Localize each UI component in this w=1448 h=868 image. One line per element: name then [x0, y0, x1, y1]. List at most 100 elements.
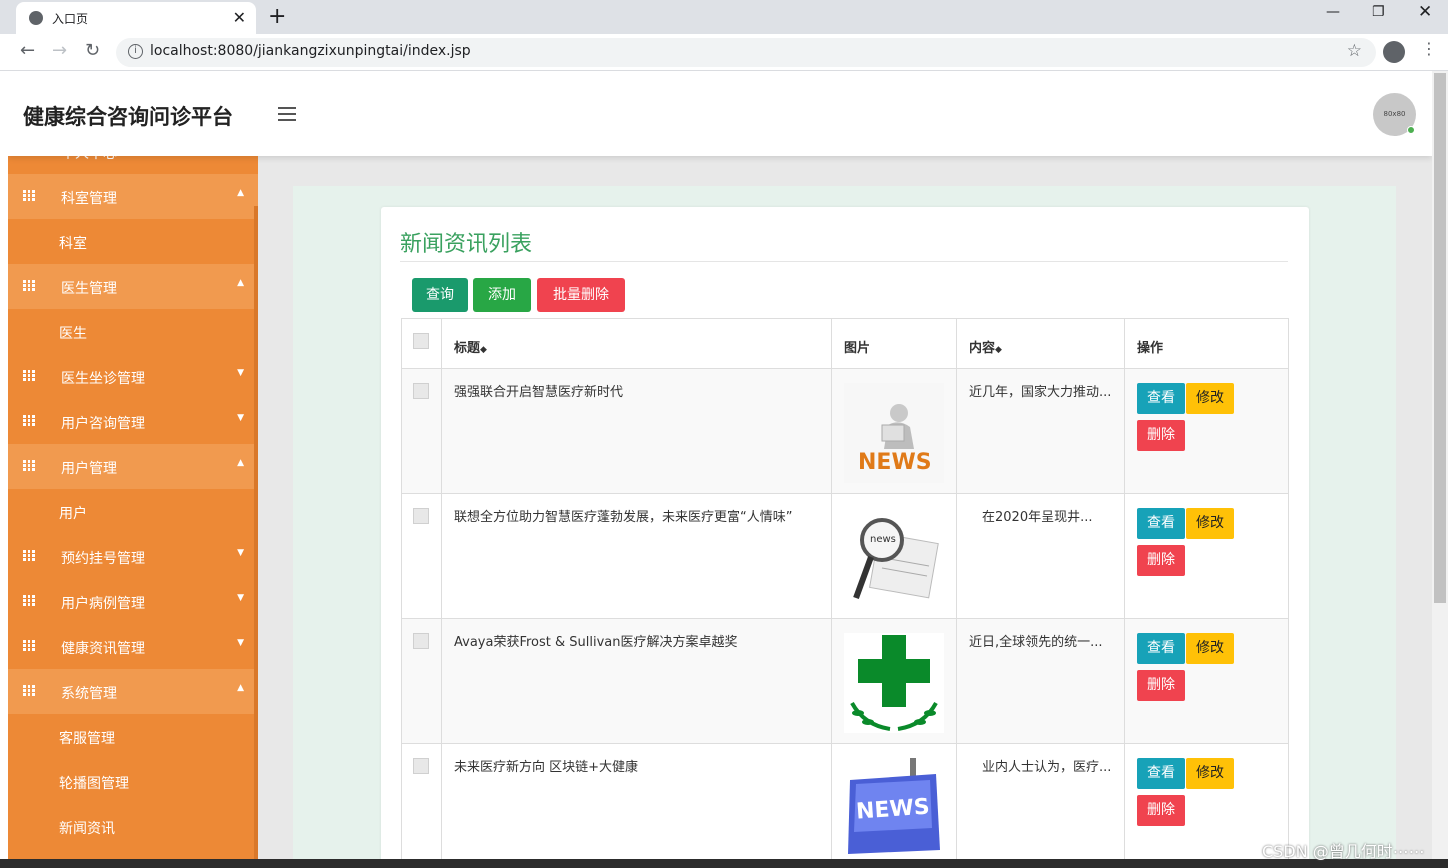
sidebar-item[interactable]: 个人中心▼ [8, 156, 258, 174]
title-divider [400, 261, 1288, 262]
sidebar-subitem[interactable]: 新闻资讯 [8, 804, 258, 849]
delete-button[interactable]: 删除 [1137, 795, 1185, 826]
query-button[interactable]: 查询 [412, 278, 468, 312]
svg-text:NEWS: NEWS [855, 795, 930, 825]
sort-icon[interactable]: ◆ [480, 345, 487, 355]
browser-tab[interactable]: 入口页 ✕ [16, 2, 256, 34]
info-icon[interactable]: i [128, 44, 143, 59]
avatar[interactable]: 80x80 [1373, 93, 1416, 136]
globe-icon [29, 11, 43, 25]
actions-cell: 查看 修改 删除 [1124, 368, 1289, 494]
caret-icon: ▲ [237, 458, 244, 468]
sidebar-item[interactable]: 系统管理 ▲ [8, 669, 258, 714]
browser-nav-bar: ← → ↻ i localhost:8080/jiankangzixunping… [0, 34, 1448, 71]
table-row: 联想全方位助力智慧医疗蓬勃发展，未来医疗更富“人情味” news 在2020年呈现… [401, 493, 1289, 619]
batch-delete-button[interactable]: 批量删除 [537, 278, 625, 312]
grid-icon [23, 190, 35, 201]
table-row: Avaya荣获Frost & Sullivan医疗解决方案卓越奖 近日,全球领先的… [401, 618, 1289, 744]
caret-icon: ▲ [237, 278, 244, 288]
url-text[interactable]: localhost:8080/jiankangzixunpingtai/inde… [150, 43, 471, 59]
delete-button[interactable]: 删除 [1137, 670, 1185, 701]
content-cell: 业内人士认为，医疗... [956, 743, 1125, 861]
sidebar-subitem-label: 科室 [59, 236, 87, 252]
delete-button[interactable]: 删除 [1137, 420, 1185, 451]
sidebar-item[interactable]: 用户病例管理 ▼ [8, 579, 258, 624]
sidebar-subitem[interactable]: 客服管理 [8, 714, 258, 759]
view-button[interactable]: 查看 [1137, 758, 1185, 789]
bookmark-star-icon[interactable]: ☆ [1347, 41, 1362, 61]
new-tab-icon[interactable]: + [268, 4, 286, 29]
sidebar-menu: 个人中心▼科室管理▲科室医生管理▲医生医生坐诊管理▼用户咨询管理▼用户管理▲用户… [8, 156, 258, 849]
sidebar-item-label: 医生管理 [61, 281, 117, 297]
window-close-icon[interactable]: ✕ [1418, 2, 1432, 22]
sort-icon[interactable]: ◆ [995, 345, 1002, 355]
sidebar-subitem[interactable]: 轮播图管理 [8, 759, 258, 804]
add-button[interactable]: 添加 [473, 278, 531, 312]
image-cell: NEWS [831, 743, 957, 861]
sidebar-subitem-label: 新闻资讯 [59, 821, 115, 837]
sidebar-subitem-label: 客服管理 [59, 731, 115, 747]
sidebar-item[interactable]: 健康资讯管理 ▼ [8, 624, 258, 669]
sidebar-subitem[interactable]: 医生 [8, 309, 258, 354]
sidebar-item-label: 健康资讯管理 [61, 641, 145, 657]
view-button[interactable]: 查看 [1137, 383, 1185, 414]
taskbar [0, 859, 1448, 868]
content-cell: 在2020年呈现井... [956, 493, 1125, 619]
sidebar-subitem[interactable]: 科室 [8, 219, 258, 264]
title-cell: 强强联合开启智慧医疗新时代 [441, 368, 832, 494]
sidebar-item[interactable]: 医生管理 ▲ [8, 264, 258, 309]
row-checkbox[interactable] [413, 508, 429, 524]
caret-icon: ▼ [237, 413, 244, 423]
sidebar-item[interactable]: 用户管理 ▲ [8, 444, 258, 489]
reload-icon[interactable]: ↻ [85, 40, 100, 61]
caret-icon: ▲ [237, 683, 244, 693]
grid-icon [23, 550, 35, 561]
news-key-image: NEWS [844, 758, 944, 858]
watermark: CSDN @曾几何时⋯⋯ [1262, 842, 1425, 861]
sidebar-subitem[interactable]: 用户 [8, 489, 258, 534]
edit-button[interactable]: 修改 [1186, 508, 1234, 539]
caret-icon: ▼ [237, 548, 244, 558]
sidebar-item[interactable]: 科室管理 ▲ [8, 174, 258, 219]
page-title: 新闻资讯列表 [400, 232, 533, 257]
profile-icon[interactable] [1383, 41, 1405, 63]
sidebar-item[interactable]: 预约挂号管理 ▼ [8, 534, 258, 579]
close-tab-icon[interactable]: ✕ [233, 8, 246, 27]
sidebar-item[interactable]: 医生坐诊管理 ▼ [8, 354, 258, 399]
back-icon[interactable]: ← [20, 40, 35, 61]
row-select-cell [401, 493, 442, 619]
forward-icon[interactable]: → [52, 40, 67, 61]
edit-button[interactable]: 修改 [1186, 758, 1234, 789]
brand-title: 健康综合咨询问诊平台 [23, 105, 233, 129]
edit-button[interactable]: 修改 [1186, 633, 1234, 664]
restore-icon[interactable]: ❐ [1372, 4, 1385, 20]
minimize-icon[interactable]: — [1326, 4, 1340, 20]
column-header-content[interactable]: 内容◆ [956, 318, 1125, 369]
row-checkbox[interactable] [413, 758, 429, 774]
grid-icon [23, 685, 35, 696]
row-checkbox[interactable] [413, 633, 429, 649]
table-body: 强强联合开启智慧医疗新时代 NEWS 近几年，国家大力推动... 查看 修改 删除 联想全方… [401, 368, 1289, 861]
sidebar-item-label: 系统管理 [61, 686, 117, 702]
edit-button[interactable]: 修改 [1186, 383, 1234, 414]
sidebar-scrollbar[interactable] [254, 206, 258, 861]
scrollbar-thumb[interactable] [1434, 73, 1446, 603]
hamburger-menu-icon[interactable] [278, 107, 296, 121]
address-bar[interactable]: i localhost:8080/jiankangzixunpingtai/in… [116, 38, 1376, 67]
sidebar-item[interactable]: 用户咨询管理 ▼ [8, 399, 258, 444]
row-select-cell [401, 618, 442, 744]
grid-icon [23, 280, 35, 291]
view-button[interactable]: 查看 [1137, 508, 1185, 539]
sidebar-item-label: 个人中心 [61, 156, 117, 163]
delete-button[interactable]: 删除 [1137, 545, 1185, 576]
row-checkbox[interactable] [413, 383, 429, 399]
browser-menu-icon[interactable]: ⋮ [1421, 39, 1437, 58]
page-scrollbar[interactable] [1432, 71, 1448, 859]
sidebar: 个人中心▼科室管理▲科室医生管理▲医生医生坐诊管理▼用户咨询管理▼用户管理▲用户… [8, 156, 258, 861]
view-button[interactable]: 查看 [1137, 633, 1185, 664]
app-root: 健康综合咨询问诊平台 80x80 个人中心▼科室管理▲科室医生管理▲医生医生坐诊… [8, 71, 1432, 861]
app-header: 健康综合咨询问诊平台 80x80 [8, 71, 1432, 156]
select-all-checkbox[interactable] [413, 333, 429, 349]
column-header-title[interactable]: 标题◆ [441, 318, 832, 369]
row-select-cell [401, 368, 442, 494]
